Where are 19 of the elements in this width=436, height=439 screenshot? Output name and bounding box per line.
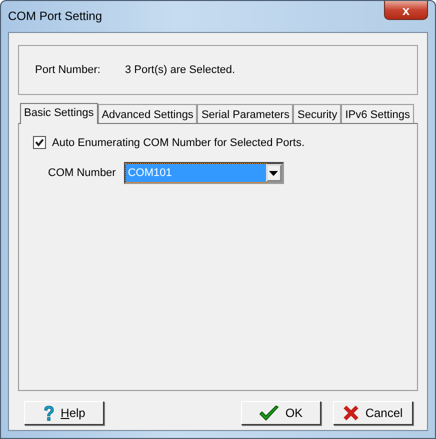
help-button[interactable]: Help xyxy=(24,401,104,425)
window-title: COM Port Setting xyxy=(8,9,102,23)
cross-icon xyxy=(343,405,360,421)
dropdown-arrow-icon xyxy=(269,170,278,176)
tab[interactable]: Basic Settings xyxy=(20,103,98,124)
com-number-label: COM Number xyxy=(48,167,116,179)
port-number-value: 3 Port(s) are Selected. xyxy=(125,64,236,76)
checkbox[interactable] xyxy=(33,136,46,149)
ok-button[interactable]: OK xyxy=(241,401,321,425)
close-button[interactable]: x xyxy=(384,1,428,20)
checkbox-label: Auto Enumerating COM Number for Selected Ports. xyxy=(52,136,304,148)
tab[interactable]: Security xyxy=(293,104,342,123)
port-number-label: Port Number: xyxy=(35,64,102,76)
tab[interactable]: IPv6 Settings xyxy=(341,104,414,123)
cancel-button[interactable]: Cancel xyxy=(333,401,413,425)
question-mark-icon xyxy=(42,404,55,422)
tab[interactable]: Advanced Settings xyxy=(98,104,198,123)
tab[interactable]: Serial Parameters xyxy=(197,104,294,123)
checkmark-icon xyxy=(259,405,280,421)
